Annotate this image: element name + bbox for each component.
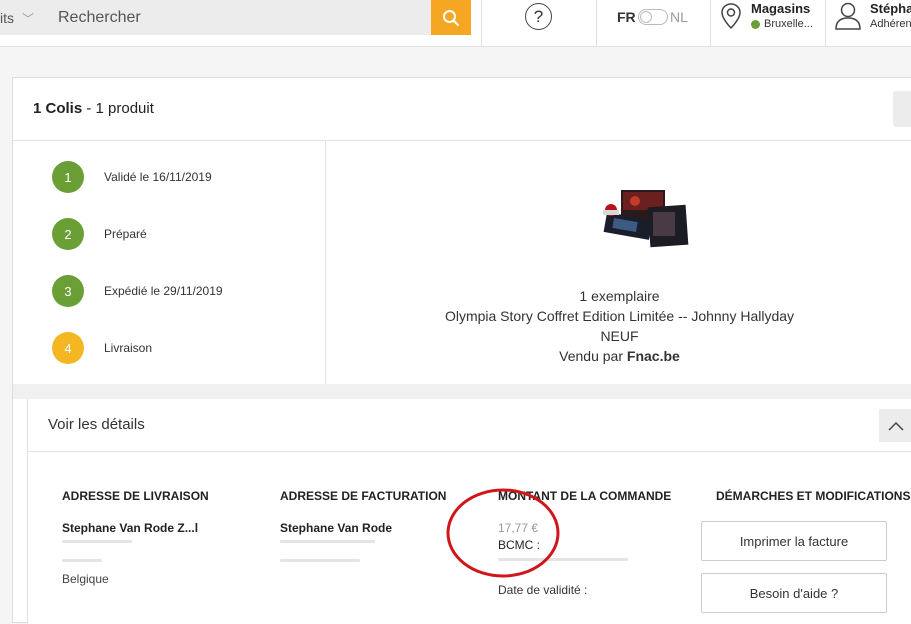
product-title[interactable]: Olympia Story Coffret Edition Limitée --… [327,308,911,324]
step-label: Préparé [104,227,147,241]
billing-name: Stephane Van Rode [280,521,393,535]
collapse-button[interactable] [879,409,911,442]
product-image[interactable] [599,186,689,248]
stores-title[interactable]: Magasins [751,1,810,16]
tracking-step: 2 Préparé [52,218,312,250]
header-divider [596,0,597,46]
payment-method: BCMC : [498,538,540,552]
top-header: its ﹀ ? FR NL Magasins Bruxelle... Stéph… [0,0,911,47]
user-name[interactable]: Stépha [870,1,911,16]
search-button[interactable] [431,0,471,35]
category-dropdown[interactable]: its ﹀ [0,0,42,35]
store-status-dot [751,20,760,29]
product-condition: NEUF [600,328,639,344]
order-tracking-steps: 1 Validé le 16/11/2019 2 Préparé 3 Expéd… [13,141,326,384]
parcel-expand-button[interactable] [893,91,911,127]
details-header[interactable]: Voir les détails [28,399,911,452]
search-icon [443,9,460,26]
product-summary: 1 exemplaire Olympia Story Coffret Editi… [327,141,911,384]
store-location[interactable]: Bruxelle... [764,18,813,30]
help-request-button[interactable]: Besoin d'aide ? [701,573,887,613]
seller-prefix: Vendu par [559,348,627,364]
product-quantity: 1 exemplaire [579,288,660,304]
lang-nl[interactable]: NL [670,9,688,25]
parcel-title: 1 Colis - 1 produit [33,100,154,117]
redacted-text [62,559,102,562]
details-title[interactable]: Voir les détails [48,416,145,433]
tracking-step: 3 Expédié le 29/11/2019 [52,275,312,307]
print-invoice-button[interactable]: Imprimer la facture [701,521,887,561]
chevron-down-icon: ﹀ [22,12,35,26]
chevron-up-icon [888,421,904,431]
tracking-step: 1 Validé le 16/11/2019 [52,161,312,193]
delivery-name: Stephane Van Rode Z...l [62,521,199,535]
search-input[interactable] [42,0,431,35]
header-divider [825,0,826,46]
step-number-badge: 1 [52,161,84,193]
toggle-knob [640,11,652,23]
product-seller-line: Vendu par Fnac.be [327,348,911,364]
validity-date-label: Date de validité : [498,583,588,597]
step-number-badge: 2 [52,218,84,250]
redacted-text [62,540,132,543]
redacted-text [280,540,375,543]
help-icon: ? [533,6,544,26]
section-separator [13,384,911,399]
step-label: Expédié le 29/11/2019 [104,284,223,298]
order-card: 1 Colis - 1 produit 1 Validé le 16/11/20… [12,77,911,624]
billing-address-heading: ADRESSE DE FACTURATION [280,489,447,503]
help-button[interactable]: ? [525,3,552,30]
user-status: Adhéren [870,18,911,30]
tracking-step: 4 Livraison [52,332,312,364]
redacted-text [498,558,628,561]
lang-fr[interactable]: FR [617,9,636,25]
delivery-address-heading: ADRESSE DE LIVRAISON [62,489,209,503]
parcel-count: 1 Colis [33,100,83,117]
location-pin-icon[interactable] [720,2,742,30]
category-label: its [0,9,14,26]
parcel-header: 1 Colis - 1 produit [13,78,911,141]
parcel-products: - 1 produit [82,100,154,117]
redacted-text [280,559,360,562]
header-divider [481,0,482,46]
order-amount-heading: MONTANT DE LA COMMANDE [498,489,672,503]
user-icon[interactable] [834,1,862,31]
actions-heading: DÉMARCHES ET MODIFICATIONS [716,489,911,503]
seller-name[interactable]: Fnac.be [627,348,680,364]
language-toggle[interactable] [638,9,668,25]
step-label: Validé le 16/11/2019 [104,170,212,184]
step-label: Livraison [104,341,153,355]
step-number-badge: 3 [52,275,84,307]
header-divider [710,0,711,46]
step-number-badge: 4 [52,332,84,364]
order-price: 17,77 € [498,521,539,535]
delivery-country: Belgique [62,572,109,586]
